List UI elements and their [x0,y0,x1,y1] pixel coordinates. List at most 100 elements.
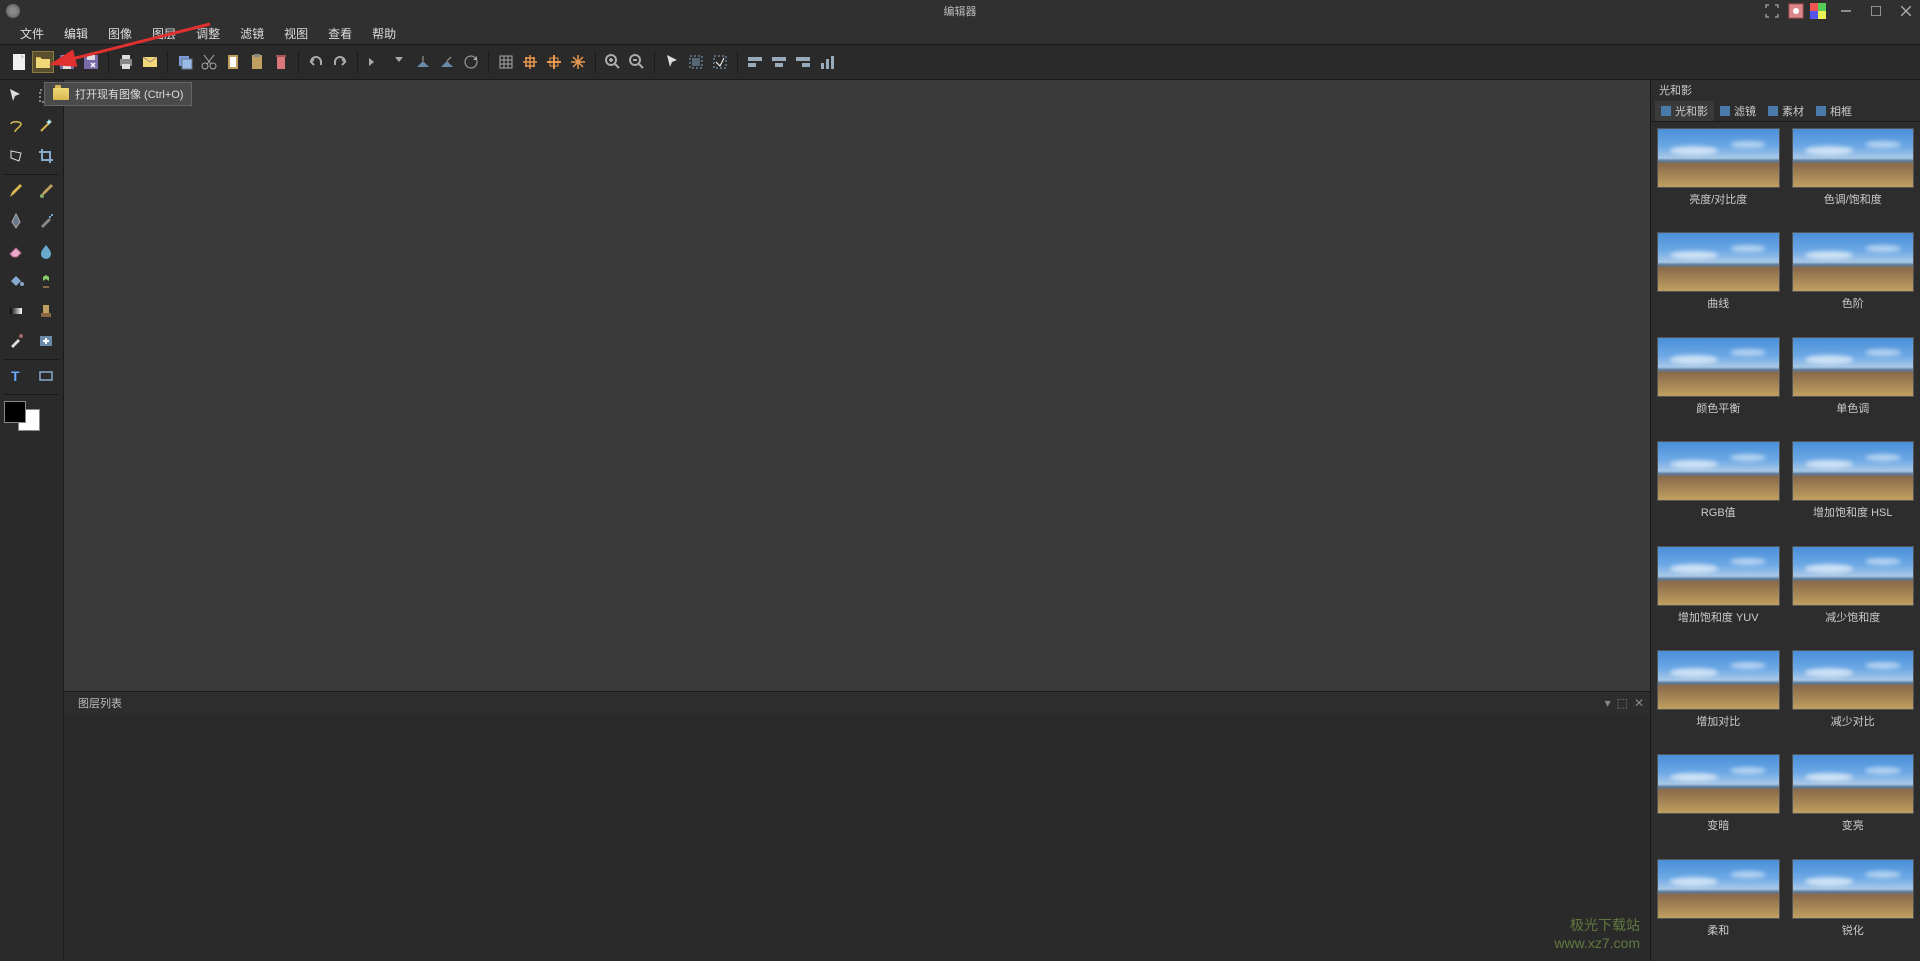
effect-item[interactable]: 变亮 [1792,754,1915,850]
canvas[interactable] [64,80,1650,691]
email-button[interactable] [139,51,161,73]
effect-item[interactable]: 颜色平衡 [1657,337,1780,433]
effect-item[interactable]: 色阶 [1792,232,1915,328]
copy-button[interactable] [174,51,196,73]
chart-button[interactable] [816,51,838,73]
grid-orange-3[interactable] [567,51,589,73]
paste-button[interactable] [246,51,268,73]
menu-file[interactable]: 文件 [10,23,54,44]
pencil-tool[interactable] [4,179,28,203]
header-icon-2[interactable] [1810,3,1826,19]
grid-orange-1[interactable] [519,51,541,73]
tab-material[interactable]: 素材 [1762,101,1810,121]
shape-tool[interactable] [34,364,58,388]
flip-v-button[interactable] [388,51,410,73]
layers-body[interactable] [64,714,1650,961]
menu-look[interactable]: 查看 [318,23,362,44]
eraser-tool[interactable] [4,239,28,263]
rotate-left-button[interactable] [412,51,434,73]
effect-item[interactable]: 变暗 [1657,754,1780,850]
redo-button[interactable] [329,51,351,73]
effect-item[interactable]: 减少饱和度 [1792,546,1915,642]
foreground-color[interactable] [4,401,26,423]
effect-item[interactable]: 增加饱和度 YUV [1657,546,1780,642]
fullscreen-icon[interactable] [1758,1,1786,21]
pen-tool[interactable] [4,209,28,233]
effect-item[interactable]: 曲线 [1657,232,1780,328]
wand-tool[interactable] [34,114,58,138]
zoom-out-button[interactable] [626,51,648,73]
brush-tool[interactable] [34,179,58,203]
header-icon-1[interactable] [1788,3,1804,19]
undo-button[interactable] [305,51,327,73]
rotate-right-button[interactable] [436,51,458,73]
panel-dropdown-icon[interactable]: ▾ [1605,696,1611,710]
heal-tool[interactable] [34,329,58,353]
menu-layer[interactable]: 图层 [142,23,186,44]
crop-tool[interactable] [34,144,58,168]
cursor-tool[interactable] [4,84,28,108]
menu-filter[interactable]: 滤镜 [230,23,274,44]
effect-item[interactable]: 单色调 [1792,337,1915,433]
minimize-button[interactable] [1832,1,1860,21]
menu-adjust[interactable]: 调整 [186,23,230,44]
polygon-tool[interactable] [4,144,28,168]
grid-orange-2[interactable] [543,51,565,73]
gradient-tool[interactable] [4,299,28,323]
cut-button[interactable] [198,51,220,73]
align-3-button[interactable] [792,51,814,73]
watermark: 极光下载站 www.xz7.com [1554,915,1640,951]
menu-edit[interactable]: 编辑 [54,23,98,44]
clipboard-button[interactable] [222,51,244,73]
open-file-button[interactable] [32,51,54,73]
align-1-button[interactable] [744,51,766,73]
effect-item[interactable]: 锐化 [1792,859,1915,955]
blur-tool[interactable] [34,239,58,263]
effect-item[interactable]: 柔和 [1657,859,1780,955]
pointer-button[interactable] [661,51,683,73]
panel-close-icon[interactable]: ✕ [1634,696,1644,710]
tab-filter[interactable]: 滤镜 [1714,101,1762,121]
tab-frame[interactable]: 相框 [1810,101,1858,121]
flip-h-button[interactable] [364,51,386,73]
free-rotate-button[interactable] [460,51,482,73]
effect-item[interactable]: 减少对比 [1792,650,1915,746]
delete-button[interactable] [270,51,292,73]
window-controls [1758,1,1920,21]
grid-button[interactable] [495,51,517,73]
bucket-tool[interactable] [4,269,28,293]
effect-item[interactable]: 亮度/对比度 [1657,128,1780,224]
effect-thumb [1792,650,1915,710]
save-button[interactable] [56,51,78,73]
save-as-button[interactable] [80,51,102,73]
print-button[interactable] [115,51,137,73]
effect-item[interactable]: 增加对比 [1657,650,1780,746]
select-1-button[interactable] [685,51,707,73]
layers-tab[interactable]: 图层列表 [70,693,130,713]
effect-item[interactable]: 增加饱和度 HSL [1792,441,1915,537]
eyedropper-tool[interactable] [4,329,28,353]
color-swatch[interactable] [4,401,40,431]
effect-item[interactable]: 色调/饱和度 [1792,128,1915,224]
menu-image[interactable]: 图像 [98,23,142,44]
lasso-tool[interactable] [4,114,28,138]
effect-label: 减少饱和度 [1792,609,1915,625]
clone-tool[interactable] [34,269,58,293]
select-2-button[interactable] [709,51,731,73]
text-tool[interactable]: T [4,364,28,388]
effect-label: RGB值 [1657,504,1780,520]
new-file-button[interactable] [8,51,30,73]
panel-pin-icon[interactable]: ⬚ [1617,696,1628,710]
effect-item[interactable]: RGB值 [1657,441,1780,537]
stamp-tool[interactable] [34,299,58,323]
menu-help[interactable]: 帮助 [362,23,406,44]
effect-thumb [1657,754,1780,814]
menu-view[interactable]: 视图 [274,23,318,44]
tab-light[interactable]: 光和影 [1655,101,1714,121]
close-button[interactable] [1892,1,1920,21]
maximize-button[interactable] [1862,1,1890,21]
zoom-in-button[interactable] [602,51,624,73]
align-2-button[interactable] [768,51,790,73]
effect-label: 减少对比 [1792,713,1915,729]
airbrush-tool[interactable] [34,209,58,233]
